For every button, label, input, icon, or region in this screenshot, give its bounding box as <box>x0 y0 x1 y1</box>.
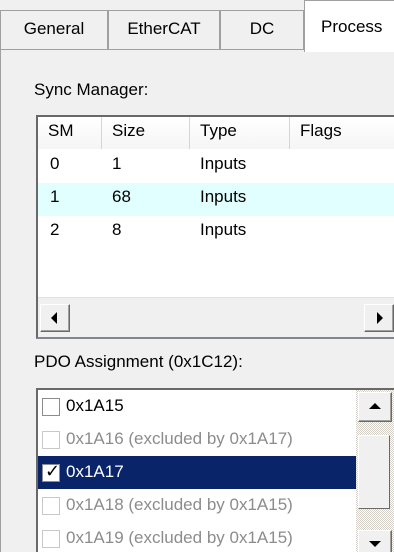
cell-sm: 0 <box>50 154 60 173</box>
scroll-left-button[interactable] <box>40 304 70 332</box>
cell-size: 8 <box>112 220 122 239</box>
tab-general[interactable]: General <box>0 10 108 50</box>
list-item[interactable]: 0x1A15 <box>38 390 356 423</box>
scroll-thumb[interactable] <box>358 435 390 509</box>
checkbox[interactable]: ✓ <box>42 461 61 482</box>
pdo-item-label: 0x1A17 <box>66 462 124 481</box>
cell-size: 1 <box>112 154 122 173</box>
left-arrow-icon <box>51 312 57 324</box>
checkbox[interactable] <box>42 497 60 515</box>
tab-process[interactable]: Process <box>304 0 394 52</box>
right-arrow-icon <box>377 312 383 324</box>
list-item[interactable]: 0x1A18 (excluded by 0x1A15) <box>38 489 356 522</box>
column-header-sm[interactable]: SM <box>38 117 102 149</box>
cell-type: Inputs <box>200 154 247 173</box>
sync-manager-label: Sync Manager: <box>34 80 149 99</box>
table-row[interactable]: 1 68 Inputs <box>38 183 394 216</box>
column-header-flags[interactable]: Flags <box>290 117 394 149</box>
up-arrow-icon <box>369 403 381 409</box>
checkbox[interactable] <box>42 431 60 449</box>
checkmark-icon: ✓ <box>45 461 61 481</box>
pdo-item-label: 0x1A18 (excluded by 0x1A15) <box>66 495 293 514</box>
tab-strip: General EtherCAT DC Process <box>0 0 394 52</box>
cell-type: Inputs <box>200 187 247 206</box>
cell-type: Inputs <box>200 220 247 239</box>
list-header: SM Size Type Flags <box>38 117 394 149</box>
list-item[interactable]: 0x1A16 (excluded by 0x1A17) <box>38 423 356 456</box>
scroll-down-button[interactable] <box>358 530 392 552</box>
down-arrow-icon <box>369 541 381 547</box>
panel-border <box>0 50 1 552</box>
horizontal-scrollbar[interactable] <box>38 297 394 337</box>
pdo-item-label: 0x1A15 <box>66 396 124 415</box>
checkbox[interactable] <box>42 530 60 548</box>
list-item[interactable]: 0x1A19 (excluded by 0x1A15) <box>38 522 356 552</box>
column-header-type[interactable]: Type <box>190 117 290 149</box>
vertical-scrollbar[interactable] <box>356 390 394 552</box>
scroll-up-button[interactable] <box>358 392 392 422</box>
scroll-right-button[interactable] <box>364 304 394 332</box>
table-row[interactable]: 2 8 Inputs <box>38 216 394 249</box>
sync-manager-list[interactable]: SM Size Type Flags 0 1 Inputs 1 68 Input… <box>36 115 394 339</box>
cell-sm: 2 <box>50 220 60 239</box>
pdo-item-label: 0x1A19 (excluded by 0x1A15) <box>66 528 293 547</box>
tab-dc[interactable]: DC <box>220 10 304 50</box>
cell-size: 68 <box>112 187 131 206</box>
pdo-assignment-list[interactable]: 0x1A15 0x1A16 (excluded by 0x1A17) ✓ 0x1… <box>36 388 394 552</box>
table-row[interactable]: 0 1 Inputs <box>38 150 394 183</box>
checkbox[interactable] <box>42 398 60 416</box>
pdo-assignment-label: PDO Assignment (0x1C12): <box>34 352 243 371</box>
column-header-size[interactable]: Size <box>102 117 190 149</box>
cell-sm: 1 <box>50 187 60 206</box>
pdo-item-label: 0x1A16 (excluded by 0x1A17) <box>66 429 293 448</box>
list-item[interactable]: ✓ 0x1A17 <box>38 456 356 489</box>
tab-ethercat[interactable]: EtherCAT <box>108 10 220 50</box>
